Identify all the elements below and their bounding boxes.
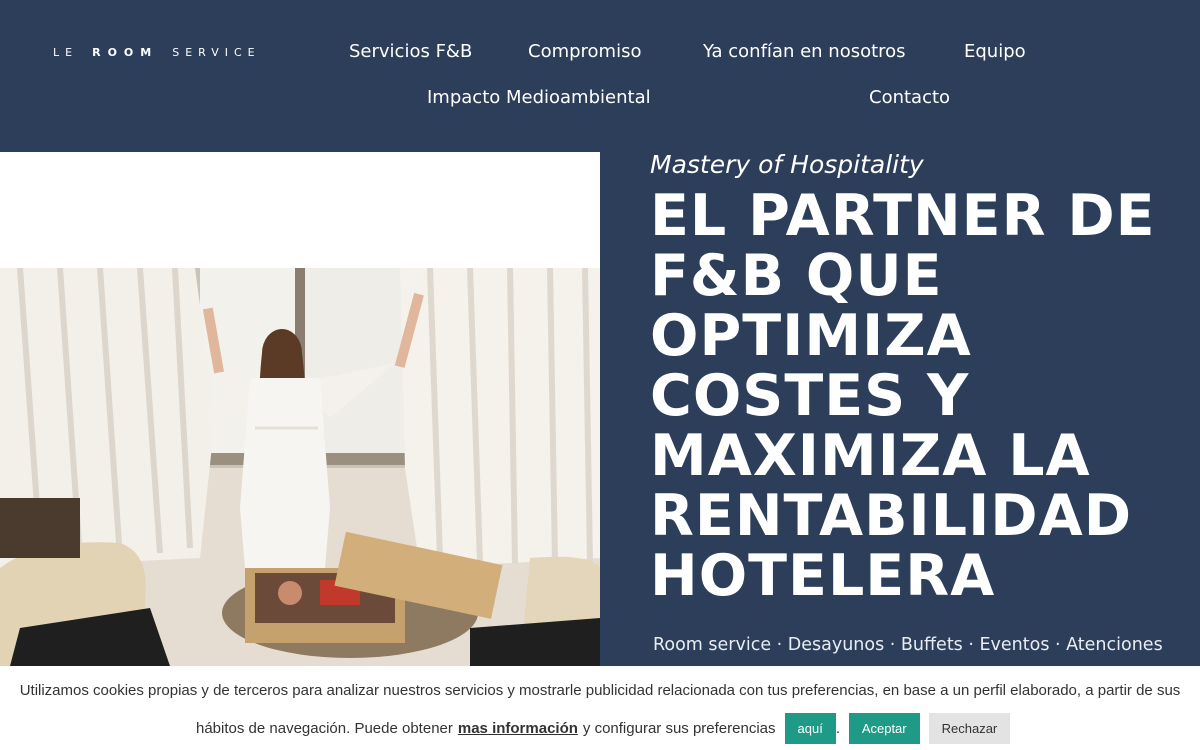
nav-impacto[interactable]: Impacto Medioambiental (427, 87, 651, 108)
nav-contacto[interactable]: Contacto (869, 87, 950, 108)
nav-compromiso[interactable]: Compromiso (528, 41, 641, 62)
headline-line: F&B QUE (650, 243, 943, 309)
cookie-text: Utilizamos cookies propias y de terceros… (19, 682, 1181, 699)
services-list: Room service · Desayunos · Buffets · Eve… (653, 635, 1163, 655)
nav-confian[interactable]: Ya confían en nosotros (703, 41, 906, 62)
hotel-room-illustration (0, 268, 600, 666)
cookie-text-2: hábitos de navegación. Puede obtener (196, 720, 453, 737)
logo-le: LE (53, 46, 79, 59)
aqui-button[interactable]: aquí (784, 713, 836, 744)
hero-kicker: Mastery of Hospitality (650, 150, 924, 179)
nav-servicios[interactable]: Servicios F&B (349, 41, 472, 62)
headline-line: EL PARTNER DE (650, 183, 1156, 249)
headline-line: HOTELERA (650, 543, 996, 609)
logo-room: ROOM (92, 46, 159, 59)
reject-button[interactable]: Rechazar (928, 713, 1011, 744)
left-spacer (0, 152, 600, 268)
headline-line: COSTES Y (650, 363, 970, 429)
hero-photo (0, 268, 600, 666)
cookie-actions: hábitos de navegación. Puede obtener mas… (196, 713, 1011, 744)
nav-equipo[interactable]: Equipo (964, 41, 1026, 62)
headline-line: OPTIMIZA (650, 303, 972, 369)
hero-section: Mastery of Hospitality EL PARTNER DE F&B… (600, 150, 1200, 666)
logo-service: SERVICE (172, 46, 261, 59)
logo[interactable]: LE ROOM SERVICE (53, 46, 261, 59)
hero-headline: EL PARTNER DE F&B QUE OPTIMIZA COSTES Y … (650, 186, 1190, 606)
site-header: LE ROOM SERVICE Servicios F&B Compromiso… (0, 0, 1200, 152)
headline-line: MAXIMIZA LA (650, 423, 1091, 489)
more-info-link[interactable]: mas información (458, 720, 578, 737)
cookie-text-3: y configurar sus preferencias (582, 720, 776, 737)
headline-line: RENTABILIDAD (650, 483, 1133, 549)
cookie-banner: Utilizamos cookies propias y de terceros… (0, 666, 1200, 750)
cookie-period: . (835, 720, 840, 737)
accept-button[interactable]: Aceptar (848, 713, 920, 744)
